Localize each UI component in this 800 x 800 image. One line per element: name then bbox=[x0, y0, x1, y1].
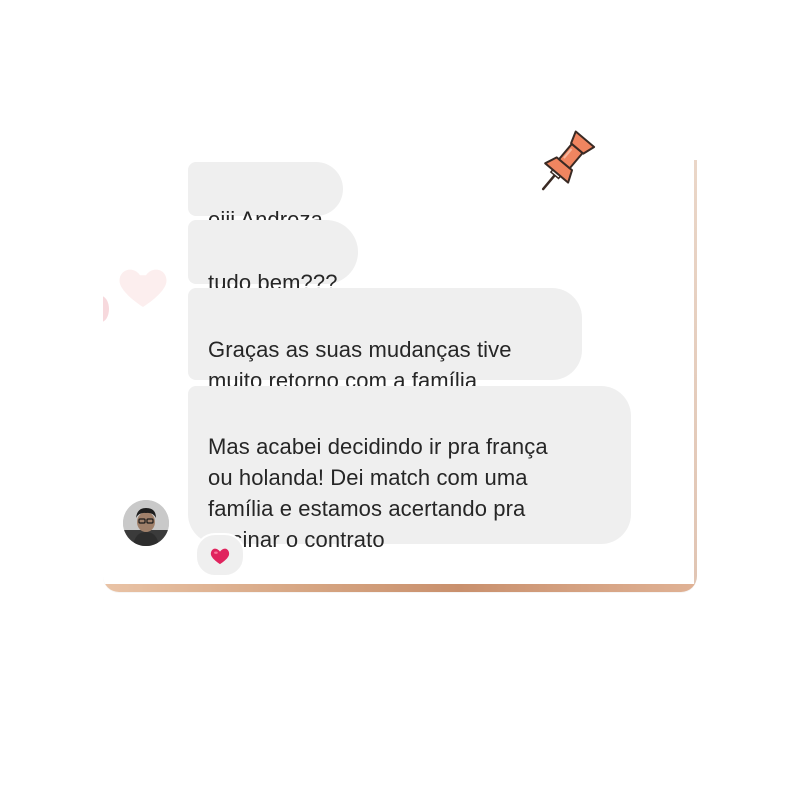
chat-screenshot: eiii Andreza tudo bem??? Graças as suas … bbox=[103, 160, 697, 592]
message-bubble[interactable]: eiii Andreza bbox=[188, 162, 343, 232]
reaction-badge[interactable] bbox=[195, 533, 245, 577]
faded-heart-icon bbox=[119, 269, 167, 307]
heart-icon bbox=[210, 548, 230, 565]
message-bubble[interactable]: Mas acabei decidindo ir pra frança ou ho… bbox=[188, 386, 631, 552]
sender-avatar[interactable] bbox=[123, 500, 169, 546]
pushpin-icon bbox=[541, 130, 596, 191]
message-text: Graças as suas mudanças tive muito retor… bbox=[208, 337, 512, 393]
faded-decoration bbox=[103, 296, 109, 322]
message-bubble[interactable]: tudo bem??? bbox=[188, 220, 358, 295]
background-strip bbox=[103, 584, 697, 592]
page: eiii Andreza tudo bem??? Graças as suas … bbox=[0, 0, 800, 800]
avatar-icon bbox=[123, 500, 169, 546]
message-text: Mas acabei decidindo ir pra frança ou ho… bbox=[208, 434, 548, 552]
card-edge bbox=[694, 160, 697, 584]
message-bubble[interactable]: Graças as suas mudanças tive muito retor… bbox=[188, 288, 582, 393]
